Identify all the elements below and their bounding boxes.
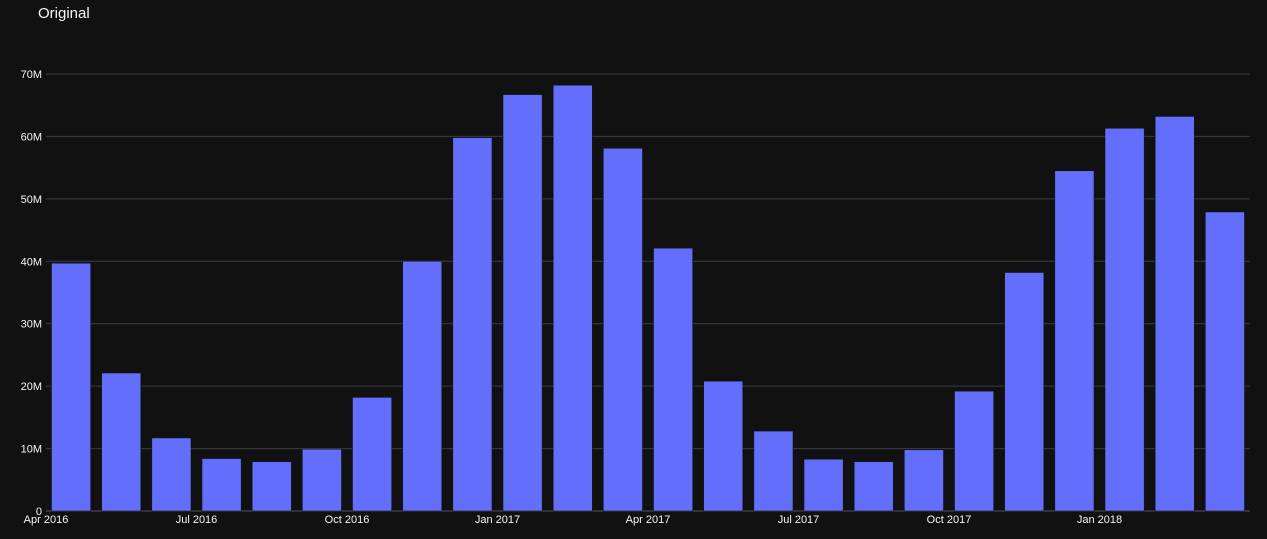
bar <box>803 458 844 512</box>
y-tick-label: 70M <box>21 69 42 81</box>
x-axis-ticks: Apr 2016 Jul 2016 Oct 2016 Jan 2017 Apr 2017… <box>24 514 1122 526</box>
chart-title: Original <box>38 5 90 22</box>
bar <box>904 449 944 512</box>
bar <box>703 380 744 512</box>
bar <box>753 430 794 512</box>
y-axis-ticks: 010M20M30M40M50M60M70M <box>21 69 42 518</box>
x-tick-label: Jan 2018 <box>1077 514 1122 526</box>
bar <box>1004 272 1045 512</box>
bar <box>151 437 192 512</box>
bar <box>402 261 443 512</box>
y-tick-label: 20M <box>21 381 42 393</box>
bar <box>653 247 693 512</box>
bar <box>1104 128 1145 512</box>
x-tick-label: Oct 2016 <box>325 514 370 526</box>
bar <box>201 458 242 512</box>
x-tick-label: Oct 2017 <box>927 514 972 526</box>
bar <box>1054 170 1095 512</box>
bar <box>101 372 142 512</box>
x-tick-label: Apr 2017 <box>626 514 671 526</box>
bar <box>603 148 643 512</box>
bar <box>502 94 543 512</box>
x-tick-label: Jul 2016 <box>176 514 218 526</box>
x-tick-label: Jul 2017 <box>778 514 820 526</box>
y-tick-label: 10M <box>21 444 42 456</box>
bar <box>552 84 593 512</box>
x-tick-label: Jan 2017 <box>475 514 520 526</box>
bar <box>302 448 342 512</box>
bar <box>853 461 894 512</box>
bars <box>51 84 1245 512</box>
bar-chart: Original 010M20M30M40M50M60M70M Apr 2016… <box>21 5 1250 526</box>
y-tick-label: 30M <box>21 319 42 331</box>
y-tick-label: 50M <box>21 194 42 206</box>
bar <box>1205 211 1245 512</box>
y-tick-label: 40M <box>21 256 42 268</box>
y-tick-label: 60M <box>21 131 42 143</box>
bar <box>954 390 994 512</box>
bar <box>251 461 292 512</box>
bar <box>352 397 392 512</box>
x-tick-label: Apr 2016 <box>24 514 69 526</box>
bar <box>452 137 493 512</box>
bar <box>51 262 91 512</box>
bar <box>1154 116 1195 512</box>
